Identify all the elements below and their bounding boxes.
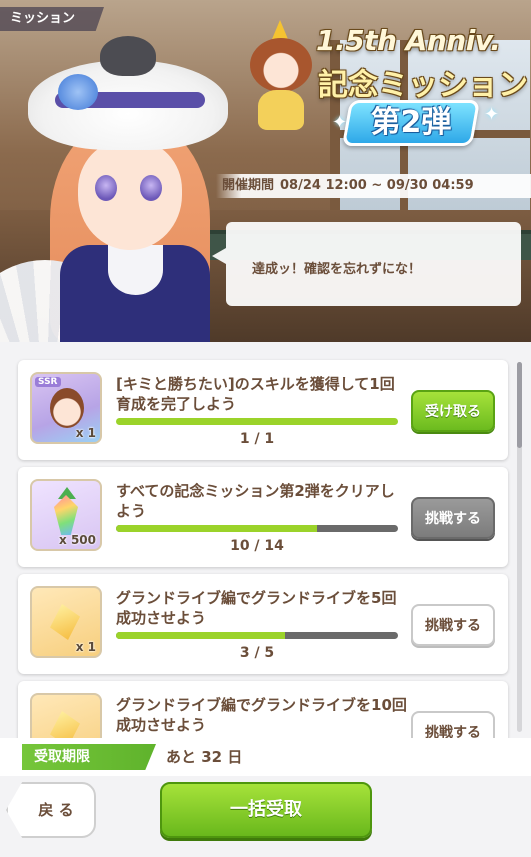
event-round-label: 第2弾 (370, 105, 452, 140)
progress-fill (116, 632, 286, 639)
reward-carrot-icon[interactable]: x 500 (30, 479, 102, 551)
progress-text: 3 / 5 (239, 645, 275, 661)
deadline-label: 受取期限 (22, 744, 156, 770)
support-card-figure (50, 388, 84, 428)
character-eye (140, 175, 162, 201)
speech-bubble: 達成ッ！確認を忘れずにな！ (212, 222, 521, 306)
mission-card: SSR x 1 [キミと勝ちたい]のスキルを獲得して1回育成を完了しよう 1 /… (18, 360, 508, 460)
reward-support-card-icon[interactable]: SSR x 1 (30, 372, 102, 444)
rarity-badge: SSR (35, 377, 61, 387)
progress-bar (116, 418, 398, 425)
back-button[interactable]: 戻 る (6, 782, 96, 838)
challenge-button[interactable]: 挑戦する (411, 497, 495, 539)
mission-card: x 1 グランドライブ編でグランドライブを5回成功させよう 3 / 5 挑戦する (18, 574, 508, 674)
progress-bar (116, 525, 398, 532)
mission-card: x 1 グランドライブ編でグランドライブを10回成功させよう 挑戦する (18, 681, 508, 738)
character-face (78, 140, 182, 250)
challenge-button[interactable]: 挑戦する (411, 604, 495, 646)
mission-title: すべての記念ミッション第2弾をクリアしよう (116, 482, 395, 520)
challenge-button[interactable]: 挑戦する (411, 711, 495, 738)
period-label: 開催期間 (222, 178, 275, 193)
deadline-value: あと 32 日 (166, 748, 243, 766)
mission-card: x 500 すべての記念ミッション第2弾をクリアしよう 10 / 14 挑戦する (18, 467, 508, 567)
event-subtitle: 記念ミッション (318, 68, 528, 103)
reward-crystal-icon[interactable]: x 1 (30, 586, 102, 658)
reward-quantity: x 500 (59, 533, 96, 547)
sparkle-icon: ✦ (332, 112, 348, 133)
screen-title-tab: ミッション (0, 7, 104, 31)
receive-button[interactable]: 受け取る (411, 390, 495, 432)
mission-banner: 1.5th Anniv. 記念ミッション 第2弾 ✦ ✦ 開催期間 08/24 1… (0, 0, 531, 342)
event-title: 1.5th Anniv. (316, 24, 501, 57)
event-round-badge: 第2弾 (341, 100, 481, 146)
progress-fill (116, 418, 398, 425)
character-eye (95, 175, 117, 201)
reward-quantity: x 1 (75, 426, 96, 440)
crystal-piece-icon (50, 604, 80, 640)
rainbow-carrot-icon (54, 495, 78, 535)
character-collar (108, 245, 163, 295)
blue-rose-icon (58, 74, 98, 110)
period-value: 08/24 12:00 ~ 09/30 04:59 (280, 178, 474, 193)
mission-title: [キミと勝ちたい]のスキルを獲得して1回育成を完了しよう (116, 375, 395, 413)
reward-crystal-icon[interactable]: x 1 (30, 693, 102, 738)
mission-title: グランドライブ編でグランドライブを10回成功させよう (116, 696, 407, 734)
mission-list[interactable]: SSR x 1 [キミと勝ちたい]のスキルを獲得して1回育成を完了しよう 1 /… (0, 342, 531, 738)
progress-text: 10 / 14 (230, 538, 284, 554)
event-period: 開催期間 08/24 12:00 ~ 09/30 04:59 (216, 174, 531, 198)
claim-all-button[interactable]: 一括受取 (160, 782, 372, 838)
progress-bar (116, 632, 398, 639)
progress-fill (116, 525, 318, 532)
crystal-piece-icon (50, 711, 80, 738)
cat-icon (100, 36, 156, 76)
progress-text: 1 / 1 (239, 431, 275, 447)
list-scrollbar[interactable] (517, 362, 522, 732)
anniversary-chibi (244, 20, 320, 138)
mission-title: グランドライブ編でグランドライブを5回成功させよう (116, 589, 397, 627)
reward-quantity: x 1 (75, 640, 96, 654)
scrollbar-thumb[interactable] (517, 362, 522, 448)
sparkle-icon: ✦ (484, 104, 500, 125)
